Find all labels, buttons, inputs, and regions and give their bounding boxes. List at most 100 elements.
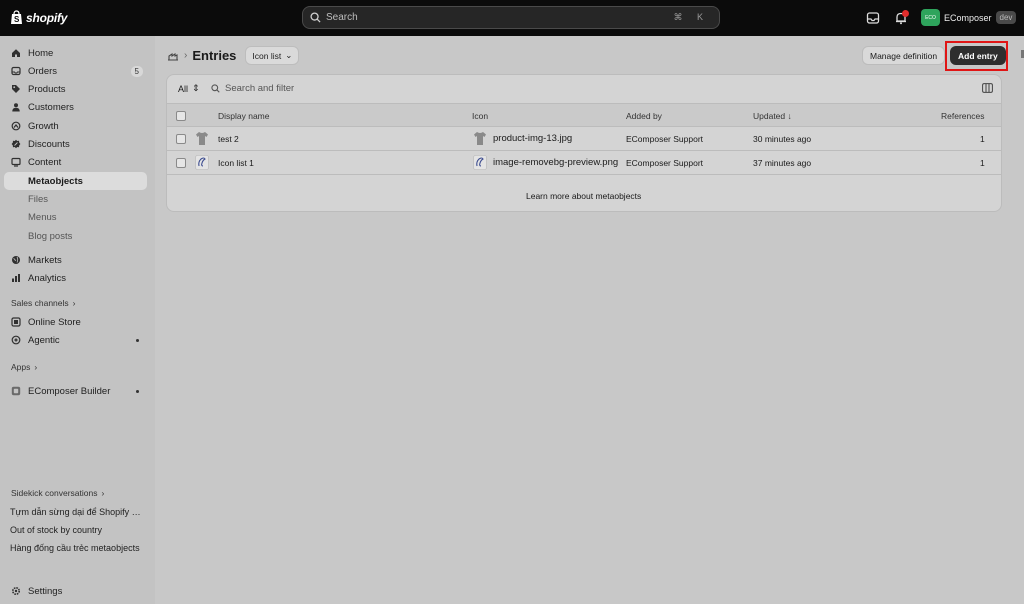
breadcrumb-chevron-icon: ›	[184, 50, 188, 61]
select-all-checkbox[interactable]	[176, 111, 186, 121]
row-checkbox[interactable]	[176, 134, 186, 144]
filter-all-select[interactable]: All ⇕	[178, 83, 200, 94]
sidebar-item-content[interactable]: Content	[4, 153, 147, 171]
sidebar-item-label: Agentic	[28, 334, 60, 346]
sidebar-item-label: Orders	[28, 65, 58, 77]
shopify-logo[interactable]: S shopify	[10, 10, 67, 25]
inbox-icon[interactable]	[866, 11, 880, 25]
sidebar-item-blog-posts[interactable]: Blog posts	[4, 227, 147, 245]
store-icon	[11, 317, 21, 327]
sidebar-item-label: Customers	[28, 101, 74, 113]
sidebar-item-label: Metaobjects	[28, 175, 83, 187]
entry-name[interactable]: Icon list 1	[218, 158, 254, 168]
sidebar-item-growth[interactable]: Growth	[4, 117, 147, 135]
orders-count-badge: 5	[130, 65, 143, 77]
store-tag: dev	[995, 11, 1017, 24]
sidebar-item-label: Files	[28, 193, 49, 205]
search-placeholder: Search	[326, 12, 358, 23]
sidebar-item-orders[interactable]: Orders 5	[4, 62, 147, 80]
page-title: Entries	[192, 48, 237, 63]
highlight-box	[945, 41, 1008, 71]
tshirt-thumbnail-icon	[474, 132, 486, 145]
search-shortcut: ⌘ K	[673, 12, 709, 22]
sidebar-item-label: Markets	[28, 254, 62, 266]
sales-channels-label: Sales channels	[11, 298, 69, 308]
column-added-by[interactable]: Added by	[626, 111, 662, 121]
sidebar-item-settings[interactable]: Settings	[4, 582, 147, 600]
definition-selector[interactable]: Icon list ⌄	[245, 46, 300, 65]
sidebar-item-menus[interactable]: Menus	[4, 208, 147, 226]
column-icon[interactable]: Icon	[472, 111, 488, 121]
page-header: › Entries Icon list ⌄	[167, 46, 300, 65]
sidebar-item-agentic[interactable]: Agentic	[4, 331, 147, 349]
script-letter-thumbnail-icon	[473, 155, 487, 170]
app-icon	[11, 386, 21, 396]
column-references[interactable]: References	[941, 111, 984, 121]
entry-name[interactable]: test 2	[218, 134, 239, 144]
sidebar-item-label: Blog posts	[28, 230, 73, 242]
script-letter-thumbnail-icon	[195, 155, 209, 170]
sidebar-item-ecomposer-builder[interactable]: EComposer Builder	[4, 382, 147, 400]
added-by: EComposer Support	[626, 158, 704, 168]
main-content: › Entries Icon list ⌄ Manage definition …	[155, 36, 1024, 604]
status-dot	[136, 389, 139, 393]
table-header: Display name Icon Added by Updated ↓ Ref…	[167, 103, 1001, 127]
manage-definition-button[interactable]: Manage definition	[862, 46, 946, 65]
sidebar-item-analytics[interactable]: Analytics	[4, 269, 147, 287]
top-bar: S shopify Search ⌘ K ECO EComposer dev	[0, 0, 1024, 36]
sales-channels-header[interactable]: Sales channels ›	[11, 298, 76, 308]
growth-icon	[11, 121, 21, 131]
filter-all-label: All	[178, 83, 189, 94]
sort-arrows-icon: ⇕	[192, 83, 200, 93]
sidekick-conversation[interactable]: Hàng đống cầu trẻc metaobjects	[10, 543, 145, 553]
sidebar-item-markets[interactable]: Markets	[4, 251, 147, 269]
globe-icon	[12, 256, 20, 264]
sidebar-item-label: Online Store	[28, 316, 81, 328]
search-input[interactable]: Search ⌘ K	[302, 6, 720, 29]
store-name: EComposer	[944, 12, 992, 23]
apps-label: Apps	[11, 362, 31, 372]
sidebar-item-online-store[interactable]: Online Store	[4, 313, 147, 331]
sidebar-item-discounts[interactable]: Discounts	[4, 135, 147, 153]
content-icon	[11, 157, 21, 167]
sidekick-label: Sidekick conversations	[11, 488, 98, 498]
sidebar-item-metaobjects[interactable]: Metaobjects	[4, 172, 147, 190]
sidebar-item-customers[interactable]: Customers	[4, 98, 147, 116]
sidebar-item-label: Content	[28, 156, 62, 168]
column-display-name[interactable]: Display name	[218, 111, 270, 121]
apps-header[interactable]: Apps ›	[11, 362, 37, 372]
learn-more-link[interactable]: Learn more about metaobjects	[526, 191, 641, 201]
tag-icon	[12, 85, 20, 93]
chevron-right-icon: ›	[72, 298, 76, 308]
sidekick-conversation[interactable]: Out of stock by country	[10, 525, 145, 535]
icon-file-name: product-img-13.jpg	[493, 133, 573, 144]
sidebar-item-label: Home	[28, 47, 54, 59]
agentic-icon	[11, 335, 21, 345]
filter-bar: All ⇕ Search and filter	[167, 75, 1001, 103]
table-row[interactable]: test 2 product-img-13.jpg EComposer Supp…	[167, 127, 1001, 151]
sidebar-item-label: Growth	[28, 120, 59, 132]
sidebar-item-label: Menus	[28, 211, 57, 223]
metaobjects-icon[interactable]	[167, 50, 179, 62]
sidekick-conversation[interactable]: Tựm dẫn sừng dại để Shopify Liquid	[10, 507, 145, 517]
chevron-right-icon: ›	[101, 488, 105, 498]
definition-label: Icon list	[252, 50, 282, 61]
orders-icon	[11, 66, 21, 76]
store-switcher[interactable]: ECO EComposer dev	[921, 9, 1017, 26]
column-updated[interactable]: Updated ↓	[753, 111, 792, 121]
columns-icon[interactable]	[982, 83, 993, 93]
chevron-down-icon: ⌄	[285, 50, 293, 60]
status-dot	[136, 338, 139, 342]
sidebar-item-files[interactable]: Files	[4, 190, 147, 208]
filter-search-input[interactable]: Search and filter	[211, 83, 294, 94]
store-avatar: ECO	[921, 9, 940, 26]
row-checkbox[interactable]	[176, 158, 186, 168]
updated-time: 37 minutes ago	[753, 158, 812, 168]
gear-icon	[11, 586, 21, 596]
sidebar-item-home[interactable]: Home	[4, 44, 147, 62]
sidebar-item-products[interactable]: Products	[4, 80, 147, 98]
icon-file-name: image-removebg-preview.png	[493, 157, 619, 168]
table-row[interactable]: Icon list 1 image-removebg-preview.png E…	[167, 151, 1001, 175]
sidebar-item-label: Analytics	[28, 272, 67, 284]
sidekick-header[interactable]: Sidekick conversations ›	[11, 488, 104, 498]
